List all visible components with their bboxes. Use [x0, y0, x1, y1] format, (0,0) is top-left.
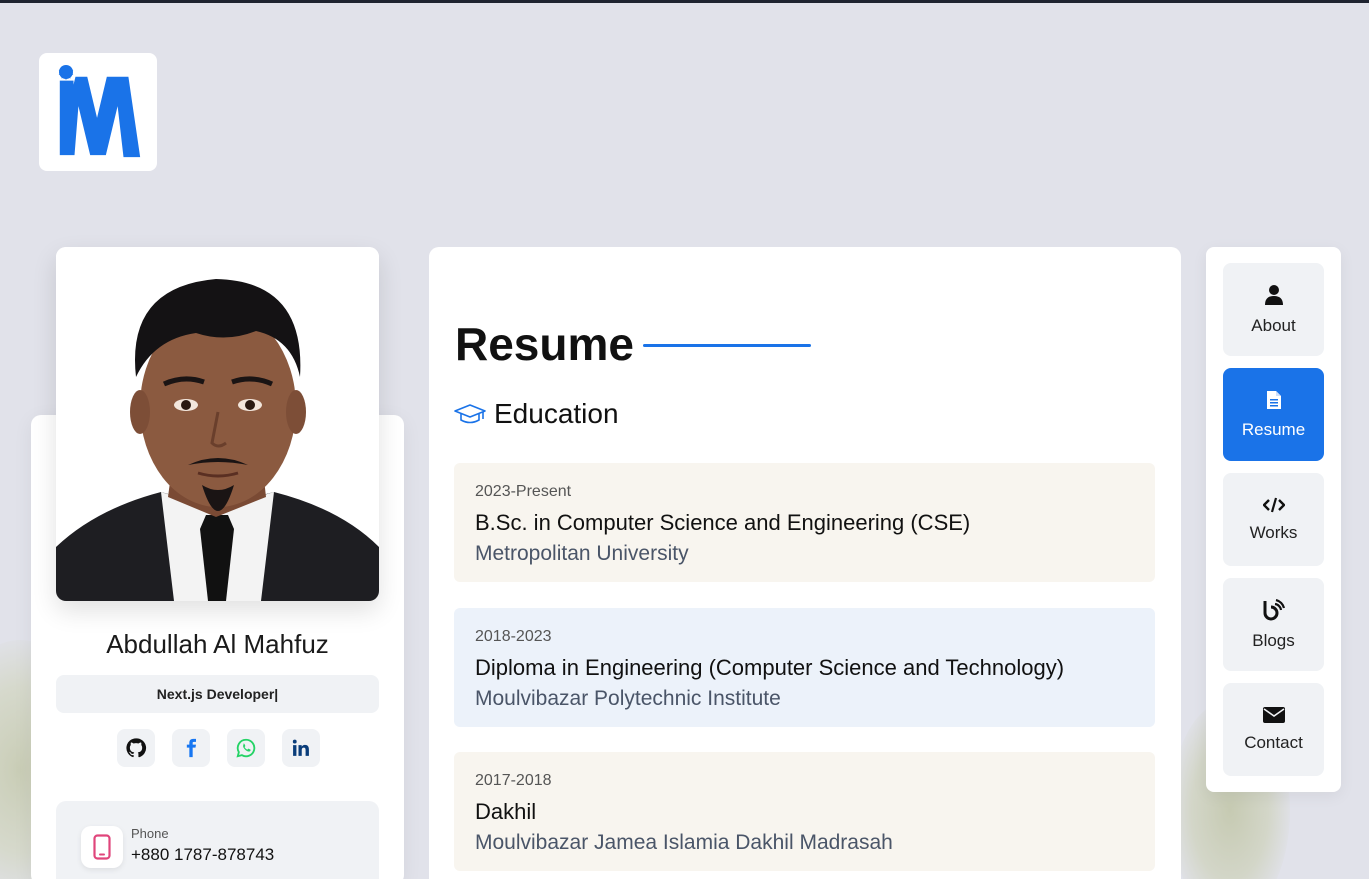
document-icon	[1266, 390, 1281, 409]
whatsapp-icon	[236, 738, 256, 758]
nav-item-contact[interactable]: Contact	[1223, 683, 1324, 776]
linkedin-link[interactable]	[282, 729, 320, 767]
im-logo-icon	[58, 65, 141, 158]
top-bar	[0, 0, 1369, 3]
graduation-cap-icon	[454, 404, 486, 424]
education-heading-text: Education	[494, 398, 619, 429]
profile-portrait	[56, 247, 379, 601]
github-icon	[126, 738, 147, 758]
site-logo[interactable]	[39, 53, 157, 171]
education-degree: Dakhil	[475, 799, 537, 824]
nav-item-works[interactable]: Works	[1223, 473, 1324, 566]
github-link[interactable]	[117, 729, 155, 767]
nav-item-resume[interactable]: Resume	[1223, 368, 1324, 461]
nav-item-about[interactable]: About	[1223, 263, 1324, 356]
education-years: 2018-2023	[475, 628, 552, 645]
facebook-link[interactable]	[172, 729, 210, 767]
education-institution: Metropolitan University	[475, 542, 689, 565]
whatsapp-link[interactable]	[227, 729, 265, 767]
title-underline	[643, 344, 811, 347]
phone-value[interactable]: +880 1787-878743	[131, 845, 274, 865]
education-institution: Moulvibazar Jamea Islamia Dakhil Madrasa…	[475, 831, 893, 854]
nav-label: Resume	[1241, 419, 1306, 439]
blog-icon	[1263, 598, 1285, 620]
user-icon	[1264, 284, 1283, 305]
profile-photo	[56, 247, 379, 601]
profile-name: Abdullah Al Mahfuz	[106, 629, 329, 659]
nav-label: Contact	[1244, 732, 1303, 752]
education-item: 2018-2023 Diploma in Engineering (Comput…	[454, 608, 1155, 727]
nav-label: Blogs	[1252, 630, 1295, 650]
education-degree: Diploma in Engineering (Computer Science…	[475, 655, 1065, 680]
profile-role: Next.js Developer|	[56, 675, 379, 713]
page-title: Resume	[455, 318, 634, 370]
education-item: 2017-2018 Dakhil Moulvibazar Jamea Islam…	[454, 752, 1155, 871]
nav-label: About	[1251, 315, 1296, 335]
phone-icon-box	[81, 826, 123, 868]
envelope-icon	[1262, 706, 1285, 723]
social-links	[117, 729, 320, 767]
education-heading: Education	[454, 398, 619, 430]
education-item: 2023-Present B.Sc. in Computer Science a…	[454, 463, 1155, 582]
profile-role-text: Next.js Developer|	[156, 686, 279, 702]
nav-item-blogs[interactable]: Blogs	[1223, 578, 1324, 671]
education-years: 2017-2018	[475, 772, 552, 789]
facebook-icon	[186, 738, 196, 758]
education-institution: Moulvibazar Polytechnic Institute	[475, 687, 781, 710]
phone-icon	[93, 834, 111, 860]
nav-label: Works	[1249, 522, 1298, 542]
phone-label: Phone	[131, 826, 169, 841]
education-degree: B.Sc. in Computer Science and Engineerin…	[475, 510, 971, 535]
linkedin-icon	[292, 739, 309, 756]
education-years: 2023-Present	[475, 483, 572, 500]
code-icon	[1262, 497, 1285, 512]
